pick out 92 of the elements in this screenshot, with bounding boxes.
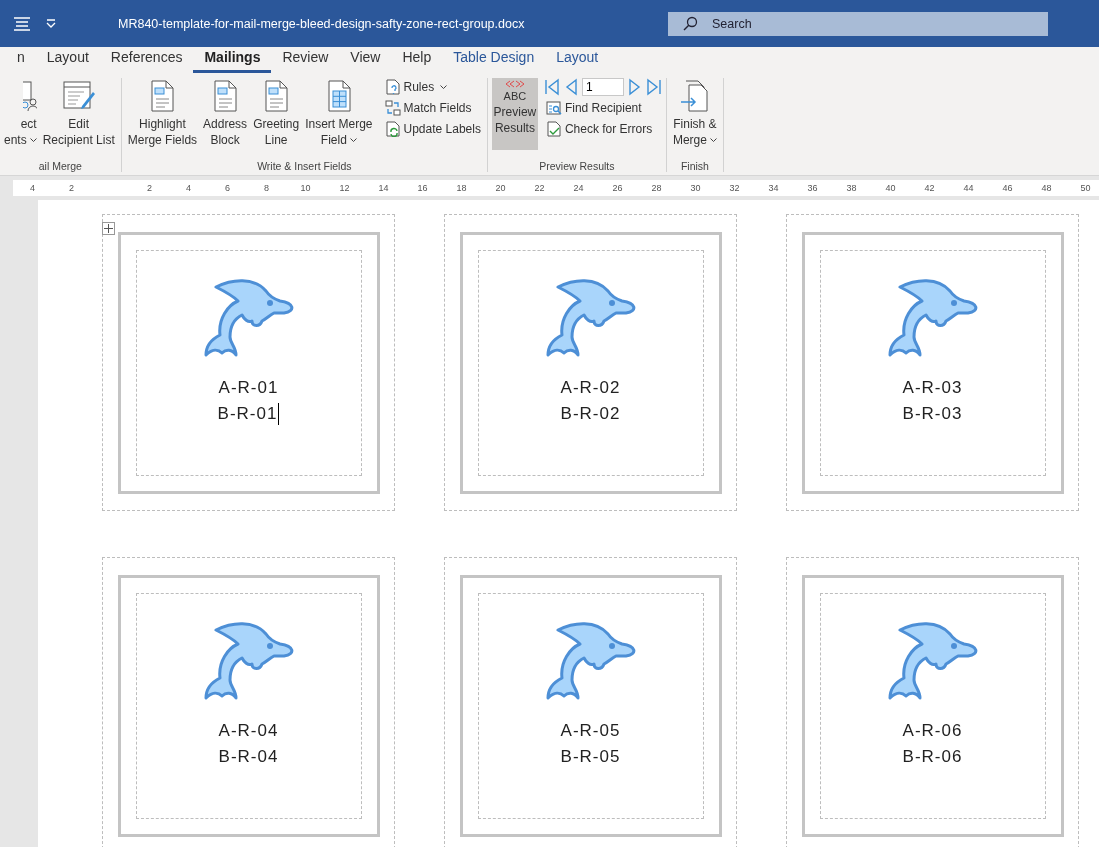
ruler-number: 24 <box>572 182 585 195</box>
document-refresh-icon <box>384 121 401 137</box>
ribbon-button[interactable]: Address Block <box>201 78 250 150</box>
search-icon <box>682 15 698 32</box>
ribbon-button[interactable]: Edit Recipient List <box>40 78 117 150</box>
ribbon-button[interactable]: Finish & Merge <box>670 78 719 150</box>
label-text: B-R-01 <box>217 401 280 427</box>
ruler-number: 2 <box>68 182 75 195</box>
ruler-number: 22 <box>533 182 546 195</box>
label-text: A-R-03 <box>902 376 963 399</box>
ruler-number: 34 <box>767 182 780 195</box>
label-text: A-R-01 <box>218 376 279 399</box>
label-text: B-R-05 <box>560 745 621 768</box>
document-icon <box>263 80 290 112</box>
ruler-number: 38 <box>845 182 858 195</box>
ruler-number: 4 <box>185 182 192 195</box>
label-text: A-R-05 <box>560 719 621 742</box>
ribbon-tab[interactable]: Table Design <box>442 49 546 73</box>
ribbon-button[interactable]: Insert Merge Field <box>303 78 375 150</box>
customize-toolbar-icon[interactable] <box>46 19 56 28</box>
next-record-button[interactable] <box>627 78 642 96</box>
ribbon-button[interactable]: Match Fields <box>382 99 483 117</box>
ribbon-button[interactable]: Find Recipient <box>543 99 662 117</box>
chevrons-icon <box>503 80 526 88</box>
table-document-icon <box>325 80 352 112</box>
ribbon-tab[interactable]: View <box>339 49 392 73</box>
ruler-number: 8 <box>263 182 270 195</box>
ruler-number: 46 <box>1001 182 1014 195</box>
caret-icon <box>440 84 448 90</box>
list-pencil-icon <box>61 80 96 112</box>
ruler-number: 12 <box>338 182 351 195</box>
menu-icon[interactable] <box>14 16 30 31</box>
move-handle-icon[interactable] <box>102 222 115 235</box>
ruler-number: 42 <box>923 182 936 195</box>
caret-icon <box>709 138 717 144</box>
match-fields-icon <box>384 100 401 116</box>
group-label: Write & Insert Fields <box>256 160 353 172</box>
label-text: B-R-03 <box>902 402 963 425</box>
group-label: Preview Results <box>538 160 616 172</box>
ribbon-tab[interactable]: Layout <box>35 49 100 73</box>
record-field[interactable]: 1 <box>581 78 624 96</box>
ribbon-tab[interactable]: Help <box>391 49 443 73</box>
preview-results-button[interactable]: ABC Preview Results <box>491 78 538 150</box>
ruler-number: 40 <box>884 182 897 195</box>
label-text: B-R-06 <box>902 745 963 768</box>
caret-icon <box>349 138 357 144</box>
ribbon-tab[interactable]: References <box>99 49 194 73</box>
documents-arrow-icon <box>679 80 710 112</box>
document-check-icon <box>545 121 562 137</box>
previous-record-button[interactable] <box>563 78 578 96</box>
caret-icon <box>29 138 37 144</box>
last-record-button[interactable] <box>645 78 662 96</box>
group-label: ail Merge <box>37 160 83 172</box>
label-text: A-R-04 <box>218 719 279 742</box>
ribbon-button[interactable]: Rules <box>382 78 483 96</box>
ribbon-button[interactable]: ect ents <box>4 78 39 150</box>
document-icon <box>212 80 239 112</box>
ruler-number: 50 <box>1079 182 1092 195</box>
first-record-button[interactable] <box>543 78 560 96</box>
ribbon-tab[interactable]: Layout <box>545 49 610 73</box>
document-question-icon <box>384 79 401 95</box>
ribbon-button[interactable]: Check for Errors <box>543 120 662 138</box>
ruler-number: 16 <box>416 182 429 195</box>
ribbon-button[interactable]: Highlight Merge Fields <box>125 78 200 150</box>
ribbon-tab[interactable]: Review <box>271 49 340 73</box>
ruler-number: 6 <box>224 182 231 195</box>
ruler-number: 28 <box>650 182 663 195</box>
ribbon-tab[interactable]: n <box>6 49 36 73</box>
ruler-number: 18 <box>455 182 468 195</box>
find-icon <box>545 100 562 116</box>
ruler-number: 48 <box>1040 182 1053 195</box>
window-title: MR840-template-for-mail-merge-bleed-design-safty-zone-rect-group.docx <box>118 16 525 31</box>
ruler-number: 2 <box>146 182 153 195</box>
label-text: B-R-04 <box>218 745 279 768</box>
people-icon <box>22 80 37 112</box>
ruler-number: 44 <box>962 182 975 195</box>
label-text: A-R-02 <box>560 376 621 399</box>
ruler-number: 10 <box>299 182 312 195</box>
group-label: Finish <box>679 160 710 172</box>
ruler-number: 30 <box>689 182 702 195</box>
ribbon-button[interactable]: Update Labels <box>382 120 483 138</box>
search-field[interactable]: Search <box>668 11 1048 36</box>
ruler-number: 32 <box>728 182 741 195</box>
label-text: A-R-06 <box>902 719 963 742</box>
ruler-number: 26 <box>611 182 624 195</box>
ruler-number: 20 <box>494 182 507 195</box>
document-icon <box>149 80 176 112</box>
ruler-number: 4 <box>29 182 36 195</box>
ruler-number: 36 <box>806 182 819 195</box>
ruler-number: 14 <box>377 182 390 195</box>
ribbon-button[interactable]: Greeting Line <box>251 78 302 150</box>
label-text: B-R-02 <box>560 402 621 425</box>
